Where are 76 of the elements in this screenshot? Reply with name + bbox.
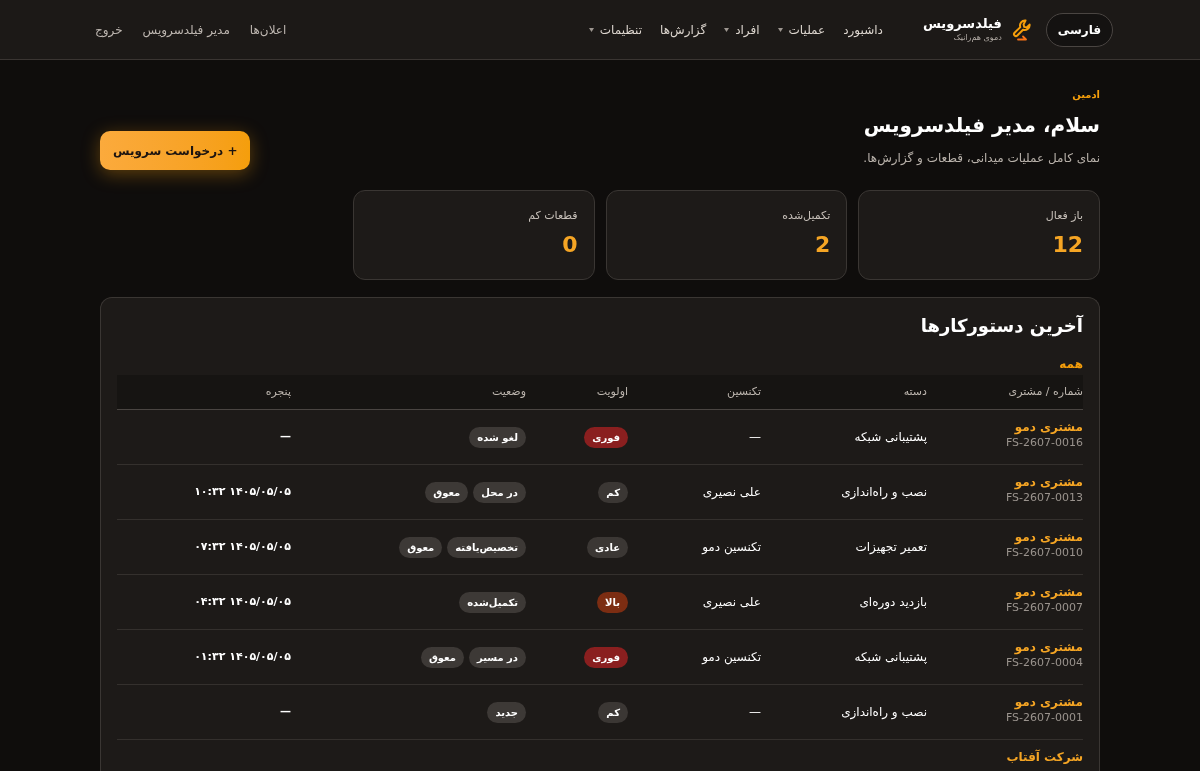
wrench-icon <box>1011 17 1032 42</box>
table-cell-text: نصب و راه‌اندازی <box>841 484 927 501</box>
table-cell-text: بازدید دوره‌ای <box>859 594 927 611</box>
table-cell-text: ۱۴۰۵/۰۵/۰۵ ۰۱:۳۲ <box>194 648 291 665</box>
section-title: آخرین دستورکارها <box>919 314 1083 338</box>
status-badge: معوق <box>420 646 464 668</box>
stat-label: قطعات کم <box>528 208 578 224</box>
order-number: FS-2607-0010 <box>1005 546 1083 560</box>
language-button[interactable]: فارسی <box>1045 12 1113 47</box>
column-header: تکنسین <box>726 383 761 400</box>
table-cell-text: — <box>749 704 761 721</box>
brand-name: فیلدسرویس <box>922 16 1002 32</box>
nav-item[interactable]: داشبورد <box>843 20 883 39</box>
order-number: FS-2607-0013 <box>1005 491 1083 505</box>
order-number: FS-2607-0001 <box>1005 711 1083 725</box>
column-header: وضعیت <box>490 383 526 400</box>
column-header: پنجره <box>264 383 291 400</box>
table-cell-text: — <box>749 429 761 446</box>
nav-item[interactable]: عملیات <box>777 20 826 39</box>
column-header: شماره / مشتری <box>1007 383 1083 400</box>
service-request-button[interactable]: + درخواست سرویس <box>100 131 251 170</box>
brand-tagline: دموی هم‌رانیک <box>952 32 1002 43</box>
table-cell-text: — <box>280 703 291 720</box>
priority-badge: کم <box>598 701 628 723</box>
priority-badge: فوری <box>584 646 628 668</box>
table-cell-text: علی نصیری <box>702 594 761 611</box>
nav-item[interactable]: گزارش‌ها <box>660 20 707 39</box>
table-cell-text: تکنسین دمو <box>702 649 761 666</box>
column-header: اولویت <box>595 383 628 400</box>
status-badge: معوق <box>399 536 443 558</box>
filter-link[interactable]: همه <box>1059 356 1083 372</box>
stat-value: 12 <box>1052 231 1083 259</box>
nav-item[interactable]: افراد <box>724 20 760 39</box>
customer-name[interactable]: مشتری دمو <box>1014 421 1083 434</box>
status-badge: معوق <box>425 481 469 503</box>
status-badge: در مسیر <box>468 646 526 668</box>
customer-name[interactable]: مشتری دمو <box>1014 476 1083 489</box>
header-link[interactable]: مدیر فیلدسرویس <box>142 20 230 39</box>
order-number: FS-2607-0004 <box>1005 656 1083 670</box>
stat-label: تکمیل‌شده <box>782 208 831 224</box>
table-cell-text: پشتیبانی شبکه <box>854 649 927 666</box>
header-link[interactable]: اعلان‌ها <box>249 20 287 39</box>
header-link[interactable]: خروج <box>95 20 123 39</box>
table-cell-text: — <box>280 428 291 445</box>
table-cell-text: تکنسین دمو <box>702 539 761 556</box>
stat-label: باز فعال <box>1045 208 1083 224</box>
customer-name[interactable]: مشتری دمو <box>1014 586 1083 599</box>
table-cell-text: ۱۴۰۵/۰۵/۰۵ ۰۴:۳۲ <box>194 593 291 610</box>
nav-item[interactable]: تنظیمات <box>588 20 643 39</box>
stat-value: 2 <box>814 231 831 259</box>
page-title: سلام، مدیر فیلدسرویس <box>863 112 1100 139</box>
customer-name[interactable]: مشتری دمو <box>1014 696 1083 709</box>
table-cell-text: پشتیبانی شبکه <box>854 429 927 446</box>
column-header: دسته <box>902 383 927 400</box>
priority-badge: کم <box>598 481 628 503</box>
role-label: ادمین <box>1072 88 1100 102</box>
status-badge: لغو شده <box>469 426 526 448</box>
table-cell-text: تعمیر تجهیزات <box>855 539 927 556</box>
page-subtitle: نمای کامل عملیات میدانی، قطعات و گزارش‌ها. <box>863 150 1100 168</box>
status-badge: در محل <box>473 481 526 503</box>
order-number: FS-2607-0007 <box>1005 601 1083 615</box>
status-badge: تکمیل‌شده <box>459 591 526 613</box>
table-cell-text: نصب و راه‌اندازی <box>841 704 927 721</box>
order-number: FS-2607-0016 <box>1005 436 1083 450</box>
stat-value: 0 <box>562 231 578 259</box>
customer-name[interactable]: مشتری دمو <box>1014 641 1083 654</box>
priority-badge: بالا <box>597 591 628 613</box>
customer-name[interactable]: مشتری دمو <box>1014 531 1083 544</box>
customer-name[interactable]: شرکت آفتاب <box>1006 751 1083 764</box>
table-cell-text: ۱۴۰۵/۰۵/۰۵ ۰۷:۳۲ <box>194 538 291 555</box>
table-cell-text: علی نصیری <box>702 484 761 501</box>
priority-badge: فوری <box>584 426 628 448</box>
status-badge: جدید <box>487 701 526 723</box>
status-badge: تخصیص‌یافته <box>447 536 526 558</box>
priority-badge: عادی <box>587 536 628 558</box>
table-cell-text: ۱۴۰۵/۰۵/۰۵ ۱۰:۳۲ <box>194 483 291 500</box>
